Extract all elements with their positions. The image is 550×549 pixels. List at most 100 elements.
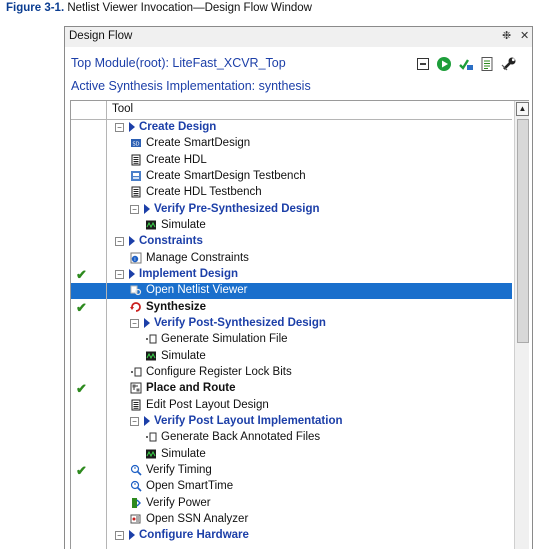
synthesize-icon <box>130 301 141 312</box>
collapse-toggle-icon[interactable]: − <box>115 123 124 132</box>
panel-title: Design Flow <box>69 30 133 42</box>
tree-tool-row[interactable]: Open Netlist Viewer <box>107 283 512 299</box>
collapse-toggle-icon[interactable]: − <box>115 237 124 247</box>
constraints-icon: i <box>130 252 142 264</box>
tree-tool-row[interactable]: Place and Route <box>107 381 512 397</box>
tree-category-row[interactable]: − Verify Pre-Synthesized Design <box>107 202 512 218</box>
tree-item-label: Create HDL <box>146 153 207 166</box>
simulate-icon <box>146 351 156 361</box>
netlist-viewer-icon <box>130 285 142 296</box>
completed-check-icon: ✔ <box>76 299 87 315</box>
close-icon[interactable]: ✕ <box>520 29 529 42</box>
document-icon <box>131 186 141 198</box>
completed-check-icon: ✔ <box>76 462 87 478</box>
tree-tool-row[interactable]: Simulate <box>107 349 512 365</box>
scrollbar-thumb[interactable] <box>517 119 529 343</box>
expand-triangle-icon[interactable] <box>129 530 135 541</box>
tree-tool-row[interactable]: Create HDL Testbench <box>107 185 512 201</box>
tree-item-label: Synthesize <box>146 300 207 313</box>
tree-item-label: Create SmartDesign <box>146 137 251 150</box>
tree-item-label: Simulate <box>161 218 206 231</box>
tree-item-label: Verify Power <box>146 496 211 509</box>
tree-category-row[interactable]: − Create Design <box>107 120 512 136</box>
expand-triangle-icon[interactable] <box>144 317 150 328</box>
tree-category-row[interactable]: − Verify Post Layout Implementation <box>107 414 512 430</box>
tree-item-label: Verify Pre-Synthesized Design <box>154 202 320 215</box>
smartdesign-testbench-icon <box>131 170 141 181</box>
tree-tool-row[interactable]: Open SmartTime <box>107 479 512 495</box>
collapse-toggle-icon[interactable]: − <box>130 204 139 214</box>
generate-file-icon <box>131 367 142 377</box>
tree-item-label: Implement Design <box>139 267 239 280</box>
tree-category-row[interactable]: − Configure Hardware <box>107 528 512 544</box>
tool-column-header: Tool <box>112 103 134 115</box>
collapse-toggle-icon[interactable]: − <box>130 416 139 426</box>
collapse-toggle-icon[interactable]: − <box>130 318 139 328</box>
tree-item-label: Create SmartDesign Testbench <box>146 169 306 182</box>
expand-triangle-icon[interactable] <box>129 268 135 279</box>
document-icon <box>131 154 141 166</box>
smartdesign-icon: SD <box>131 139 141 148</box>
tree-tool-row[interactable]: Verify Power <box>107 496 512 512</box>
tree-tool-row[interactable]: SD Create SmartDesign <box>107 136 512 152</box>
design-flow-tree: Tool − Create Design SD Create SmartDesign C… <box>70 100 529 549</box>
top-module-label: Top Module(root): LiteFast_XCVR_Top <box>71 56 286 70</box>
restore-icon[interactable]: ❉ <box>502 29 511 42</box>
options-wrench-icon[interactable] <box>501 56 517 72</box>
panel-titlebar: Design Flow ❉ ✕ <box>65 27 532 47</box>
svg-text:SD: SD <box>132 142 139 148</box>
tree-item-label: Open SmartTime <box>146 480 234 493</box>
tree-item-label: Generate Simulation File <box>161 333 288 346</box>
selection-highlight-status <box>71 283 106 300</box>
tree-tool-row[interactable]: Open SSN Analyzer <box>107 512 512 528</box>
simulate-icon <box>146 449 156 459</box>
svg-text:i: i <box>134 257 135 263</box>
tree-tool-row[interactable]: Generate Back Annotated Files <box>107 430 512 446</box>
tree-item-label: Place and Route <box>146 382 236 395</box>
place-route-icon <box>130 382 142 394</box>
tree-category-row[interactable]: − Implement Design <box>107 267 512 283</box>
expand-triangle-icon[interactable] <box>129 236 135 247</box>
vertical-scrollbar[interactable]: ▲ <box>514 101 529 549</box>
tree-item-label: Simulate <box>161 447 206 460</box>
tree-category-row[interactable]: − Verify Post-Synthesized Design <box>107 316 512 332</box>
tree-tool-row[interactable]: i Manage Constraints <box>107 251 512 267</box>
expand-triangle-icon[interactable] <box>144 415 150 426</box>
tree-item-label: Generate Back Annotated Files <box>161 431 321 444</box>
tree-tool-row[interactable]: Create HDL <box>107 153 512 169</box>
tree-tool-row[interactable]: Create SmartDesign Testbench <box>107 169 512 185</box>
collapse-toggle-icon[interactable]: − <box>115 269 124 279</box>
tree-item-label: Create Design <box>139 121 217 133</box>
report-icon[interactable] <box>479 56 495 72</box>
timing-icon <box>130 464 142 476</box>
figure-title: Netlist Viewer Invocation—Design Flow Wi… <box>67 2 312 14</box>
tree-item-label: Create HDL Testbench <box>146 186 262 199</box>
tree-tool-row[interactable]: Configure Register Lock Bits <box>107 365 512 381</box>
verify-flow-icon[interactable] <box>458 56 474 72</box>
generate-file-icon <box>146 334 157 344</box>
design-flow-panel: Design Flow ❉ ✕ Top Module(root): LiteFa… <box>64 26 533 549</box>
expand-triangle-icon[interactable] <box>144 203 150 214</box>
tree-item-label: Manage Constraints <box>146 251 249 264</box>
tree-tool-row[interactable]: Verify Timing <box>107 463 512 479</box>
tree-tool-row[interactable]: Edit Post Layout Design <box>107 398 512 414</box>
tree-item-label: Verify Timing <box>146 463 212 476</box>
ssn-icon <box>130 514 141 524</box>
scroll-up-button[interactable]: ▲ <box>516 102 529 116</box>
collapse-all-icon[interactable] <box>415 56 431 72</box>
simulate-icon <box>146 220 156 230</box>
tree-tool-row[interactable]: Synthesize <box>107 300 512 316</box>
tree-item-label: Open SSN Analyzer <box>146 512 249 525</box>
tree-item-label: Verify Post Layout Implementation <box>154 414 343 427</box>
tree-category-row[interactable]: − Constraints <box>107 234 512 250</box>
completed-check-icon: ✔ <box>76 381 87 397</box>
tree-tool-row[interactable]: Generate Simulation File <box>107 332 512 348</box>
collapse-toggle-icon[interactable]: − <box>115 531 124 541</box>
tree-tool-row[interactable]: Simulate <box>107 447 512 463</box>
tree-tool-row[interactable]: Simulate <box>107 218 512 234</box>
generate-file-icon <box>146 432 157 442</box>
run-icon[interactable] <box>436 56 452 72</box>
tree-item-label: Configure Register Lock Bits <box>146 365 292 378</box>
timing-icon <box>130 481 142 492</box>
expand-triangle-icon[interactable] <box>129 122 135 132</box>
